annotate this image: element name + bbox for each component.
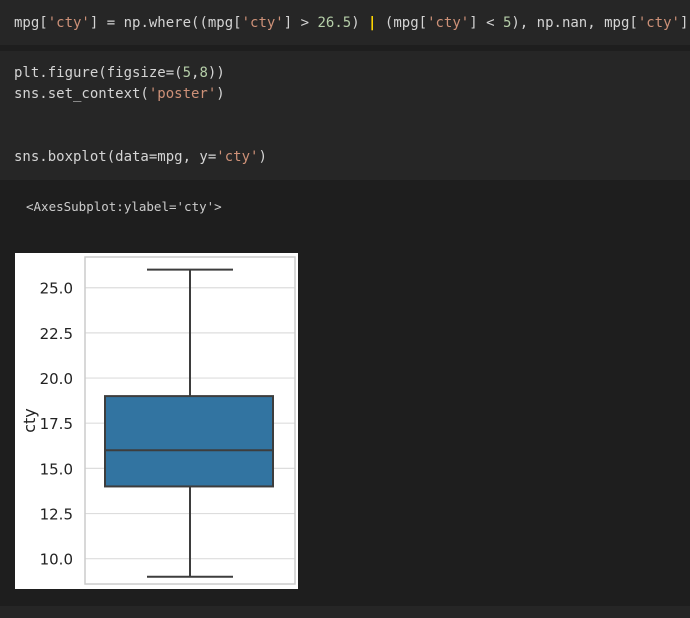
y-tick-label: 22.5 xyxy=(40,325,73,343)
code-line[interactable]: sns.boxplot(data=mpg, y='cty') xyxy=(14,148,267,166)
y-tick-label: 10.0 xyxy=(40,551,73,569)
code-line[interactable]: plt.figure(figsize=(5,8)) xyxy=(14,64,225,82)
code-token: ) xyxy=(216,86,225,102)
code-cell-1[interactable]: mpg['cty'] = np.where((mpg['cty'] > 26.5… xyxy=(0,0,690,45)
y-tick-label: 15.0 xyxy=(40,460,73,478)
code-line[interactable]: sns.set_context('poster') xyxy=(14,85,225,103)
code-token: ]) xyxy=(679,15,690,31)
code-token: ] > xyxy=(283,15,318,31)
boxplot-figure: 10.0 12.5 15.0 17.5 20.0 22.5 25.0 cty xyxy=(15,253,298,589)
code-token: 'cty' xyxy=(241,15,284,31)
code-token: plt.figure(figsize=( xyxy=(14,65,183,81)
code-token: 'cty' xyxy=(47,15,90,31)
code-token: 'poster' xyxy=(148,86,217,102)
y-axis-label: cty xyxy=(20,408,39,433)
code-token: sns.boxplot(data=mpg, y= xyxy=(14,149,217,165)
code-token: 8 xyxy=(199,65,208,81)
code-token: 'cty' xyxy=(427,15,470,31)
code-token: sns.set_context( xyxy=(14,86,149,102)
code-token: 26.5 xyxy=(317,15,352,31)
code-token: 5 xyxy=(182,65,192,81)
y-tick-label: 25.0 xyxy=(40,280,73,298)
iqr-box xyxy=(104,395,274,488)
code-token: ] = np.where((mpg[ xyxy=(89,15,242,31)
code-token: )) xyxy=(207,65,225,81)
code-token: (mpg[ xyxy=(376,15,428,31)
code-token: 'cty' xyxy=(637,15,680,31)
y-tick-label: 20.0 xyxy=(40,370,73,388)
code-token: ) xyxy=(351,15,369,31)
code-line[interactable]: mpg['cty'] = np.where((mpg['cty'] > 26.5… xyxy=(14,14,690,32)
code-token: ) xyxy=(258,149,267,165)
y-tick-label: 12.5 xyxy=(40,506,73,524)
cell-output-text: <AxesSubplot:ylabel='cty'> xyxy=(26,199,222,214)
code-token: mpg[ xyxy=(14,15,48,31)
y-tick-label: 17.5 xyxy=(40,415,73,433)
code-cell-2[interactable]: plt.figure(figsize=(5,8)) sns.set_contex… xyxy=(0,51,690,180)
code-token: 'cty' xyxy=(216,149,259,165)
code-token: ] < xyxy=(469,15,503,31)
code-token: ), np.nan, mpg[ xyxy=(511,15,638,31)
boxplot-chart: 10.0 12.5 15.0 17.5 20.0 22.5 25.0 cty xyxy=(20,256,296,585)
next-cell-edge xyxy=(0,606,690,618)
